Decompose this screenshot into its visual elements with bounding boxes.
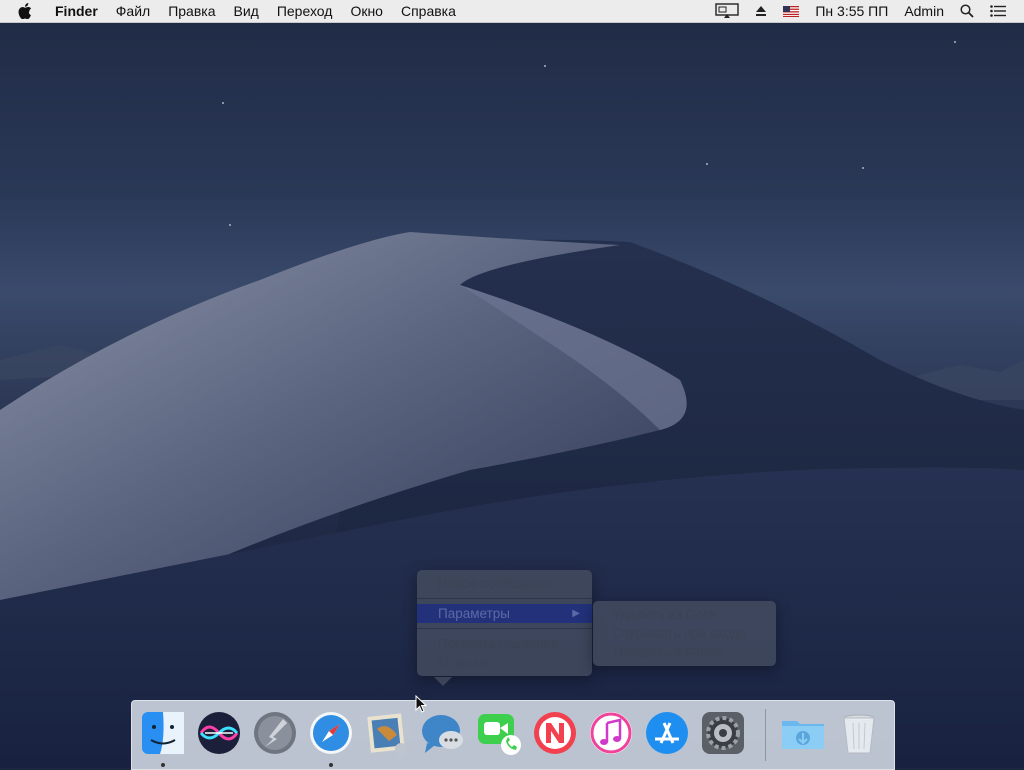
running-indicator [329,763,333,767]
menu-item-new-message[interactable]: Новое сообщение… [417,574,592,593]
itunes-icon[interactable] [587,709,635,757]
safari-icon[interactable] [307,709,355,757]
eject-icon[interactable] [747,0,775,22]
submenu-item-show-in-finder[interactable]: Показать в Finder [593,643,776,662]
menu-go[interactable]: Переход [268,0,342,22]
apple-menu-icon[interactable] [0,0,46,22]
options-submenu: Удалить из Dock Открывать при входе Пока… [593,601,776,666]
menu-app-name[interactable]: Finder [46,0,107,22]
menu-item-options[interactable]: Параметры ▶ [417,604,592,623]
menu-edit[interactable]: Правка [159,0,224,22]
airplay-icon[interactable] [707,0,747,22]
submenu-item-remove-from-dock[interactable]: Удалить из Dock [593,605,776,624]
finder-icon[interactable] [139,709,187,757]
context-menu-pointer [434,677,452,686]
launchpad-icon[interactable] [251,709,299,757]
menu-separator [417,598,592,599]
mouse-cursor-icon [415,694,428,718]
app-store-icon[interactable] [643,709,691,757]
dock-context-menu: Новое сообщение… Параметры ▶ Показать не… [417,570,592,676]
menu-file[interactable]: Файл [107,0,159,22]
menu-separator [417,628,592,629]
downloads-folder-icon[interactable] [779,709,827,757]
news-icon[interactable] [531,709,579,757]
menu-view[interactable]: Вид [225,0,268,22]
search-icon[interactable] [952,0,982,22]
facetime-icon[interactable] [475,709,523,757]
system-preferences-icon[interactable] [699,709,747,757]
notification-center-icon[interactable] [982,0,1014,22]
menu-item-open[interactable]: Открыть [417,653,592,672]
submenu-arrow-icon: ▶ [572,608,580,619]
running-indicator [161,763,165,767]
menu-item-options-label: Параметры [438,606,510,621]
siri-icon[interactable] [195,709,243,757]
clock[interactable]: Пн 3:55 ПП [807,0,896,22]
submenu-item-open-at-login[interactable]: Открывать при входе [593,624,776,643]
menu-window[interactable]: Окно [341,0,392,22]
trash-icon[interactable] [835,709,883,757]
menu-item-show-recents[interactable]: Показать недавние [417,634,592,653]
us-flag-icon[interactable] [775,0,807,22]
menu-bar: Finder Файл Правка Вид Переход Окно Спра… [0,0,1024,23]
dock [131,700,895,770]
mail-icon[interactable] [363,709,411,757]
dock-separator [765,709,766,761]
user-name[interactable]: Admin [896,0,952,22]
menu-help[interactable]: Справка [392,0,465,22]
